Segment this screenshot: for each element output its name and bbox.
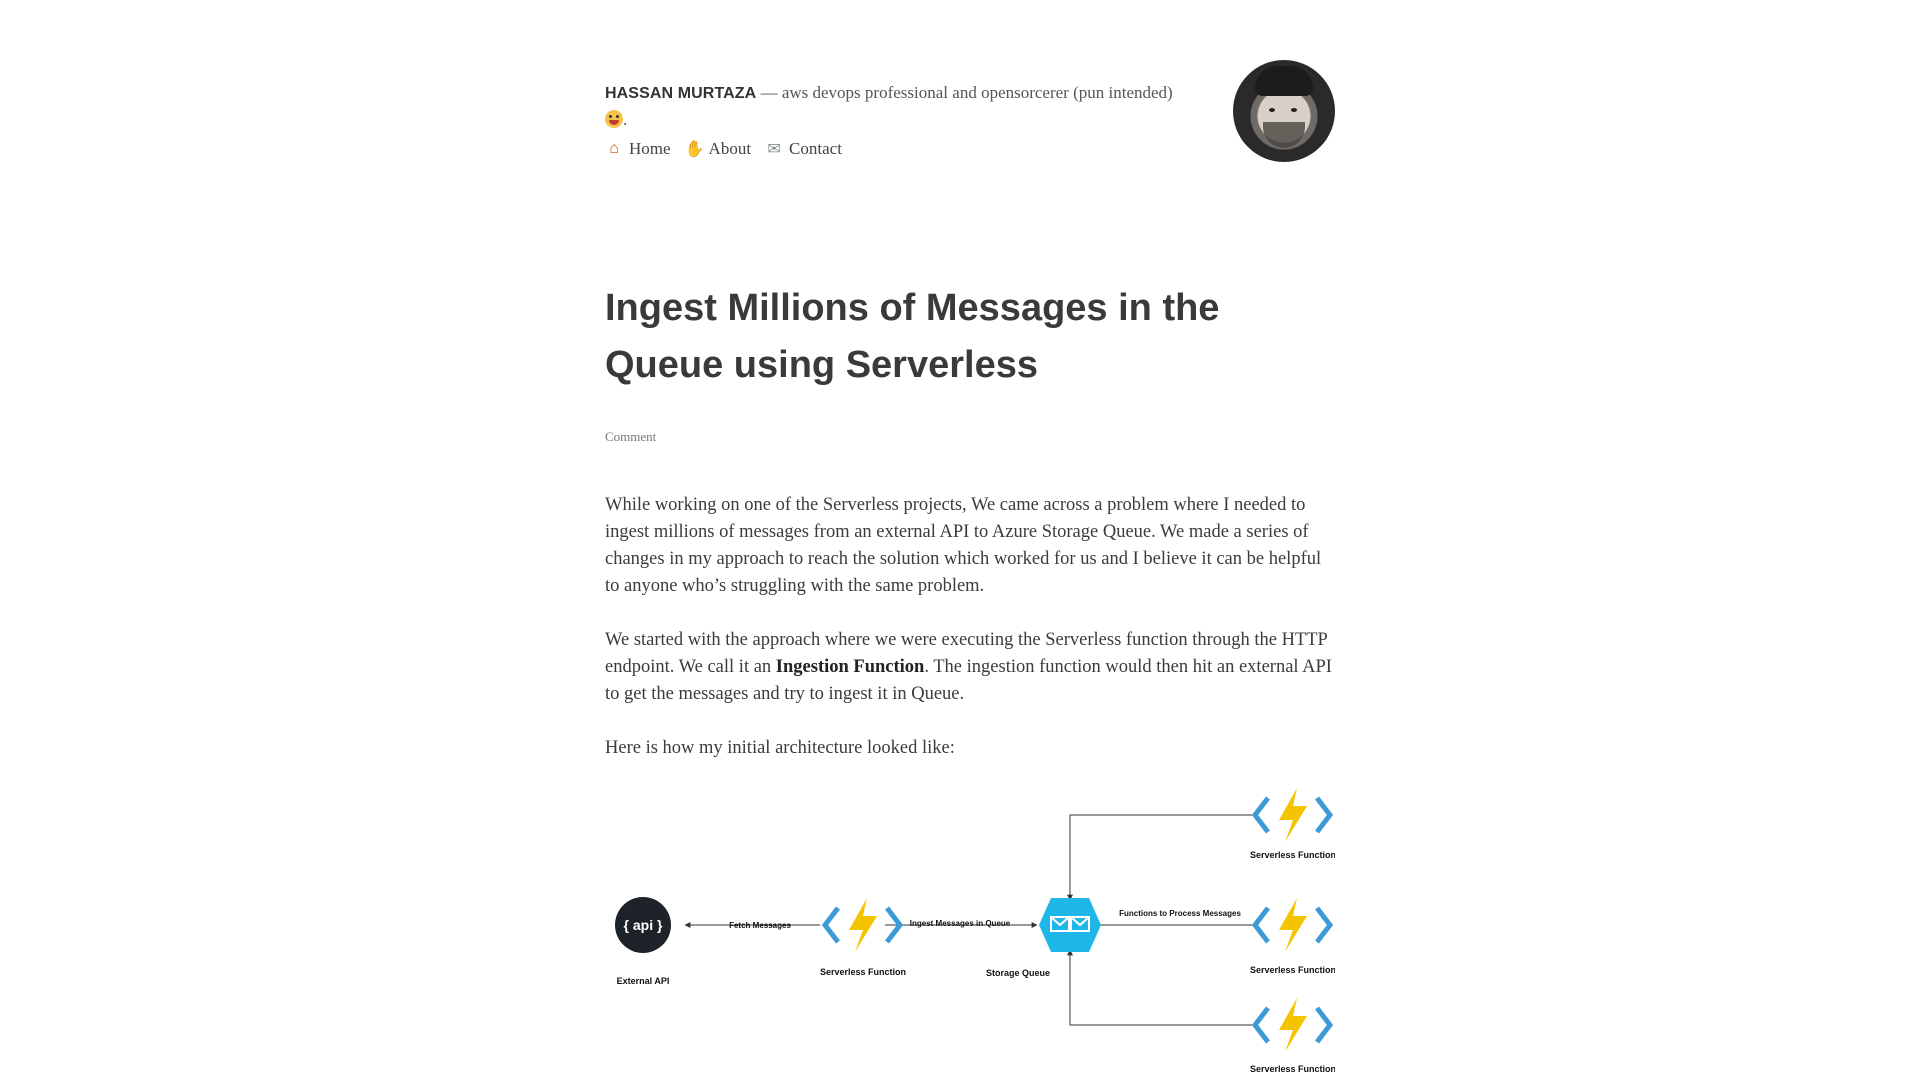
nav-home-label: Home <box>629 139 671 158</box>
process-arrow-bottom <box>1067 949 1255 1026</box>
functions-process-label: Functions to Process Messages <box>1119 909 1241 918</box>
house-icon: ⌂ <box>609 140 619 157</box>
serverless-function-label: Serverless Function <box>1250 1064 1335 1074</box>
main-nav: ⌂ Home ✋ About ✉ Contact <box>605 139 1205 159</box>
nav-about-label: About <box>708 139 752 158</box>
site-header: HASSAN MURTAZA — aws devops professional… <box>605 80 1205 159</box>
envelope-icon: ✉ <box>767 141 781 158</box>
lightning-bolt-icon <box>1279 788 1307 842</box>
serverless-function-label: Serverless Function <box>1250 965 1335 975</box>
tagline-emoji-line: . <box>605 107 1205 133</box>
site-title[interactable]: HASSAN MURTAZA <box>605 85 756 102</box>
storage-queue-label: Storage Queue <box>986 968 1050 978</box>
lightning-bolt-icon <box>1279 898 1307 952</box>
waving-hand-icon: ✋ <box>684 141 705 158</box>
site-branding: HASSAN MURTAZA — aws devops professional… <box>605 80 1205 107</box>
lightning-bolt-icon <box>1279 998 1307 1052</box>
site-tagline: — aws devops professional and opensorcer… <box>756 83 1173 102</box>
paragraph-approach: We started with the approach where we we… <box>605 627 1335 708</box>
serverless-function-label: Serverless Function <box>820 967 906 977</box>
avatar-beard <box>1263 122 1305 148</box>
storage-queue-node: Storage Queue <box>986 898 1101 978</box>
grinning-face-icon <box>605 110 623 128</box>
paragraph-architecture-intro: Here is how my initial architecture look… <box>605 738 955 758</box>
nav-item-contact[interactable]: ✉ Contact <box>765 139 842 159</box>
ingest-messages-label: Ingest Messages in Queue <box>910 919 1011 928</box>
processing-function-top: Serverless Function <box>1250 788 1335 860</box>
paragraph-intro: While working on one of the Serverless p… <box>605 495 1322 596</box>
architecture-diagram: { api } External API Fetch Messages Serv… <box>615 788 1335 1074</box>
nav-item-home[interactable]: ⌂ Home <box>605 139 671 159</box>
external-api-label: External API <box>617 976 670 986</box>
nav-item-about[interactable]: ✋ About <box>685 139 752 159</box>
api-icon-label: { api } <box>624 917 663 933</box>
external-api-node: { api } External API <box>615 897 671 986</box>
tagline-end: . <box>623 110 628 129</box>
processing-function-middle: Serverless Function <box>1250 898 1335 975</box>
avatar <box>1233 60 1335 162</box>
post-content: While working on one of the Serverless p… <box>605 492 1335 789</box>
comment-link[interactable]: Comment <box>605 429 656 445</box>
processing-function-bottom: Serverless Function <box>1250 998 1335 1074</box>
lightning-bolt-icon <box>849 898 877 952</box>
avatar-hair <box>1255 66 1313 96</box>
post-title: Ingest Millions of Messages in the Queue… <box>605 287 1220 386</box>
ingestion-function-node: Serverless Function <box>820 898 906 977</box>
fetch-messages-label: Fetch Messages <box>729 921 791 930</box>
avatar-eyes <box>1269 108 1275 112</box>
nav-contact-label: Contact <box>789 139 842 158</box>
serverless-function-label: Serverless Function <box>1250 850 1335 860</box>
process-arrow-top <box>1067 814 1255 901</box>
ingestion-function-term: Ingestion Function <box>775 657 925 677</box>
